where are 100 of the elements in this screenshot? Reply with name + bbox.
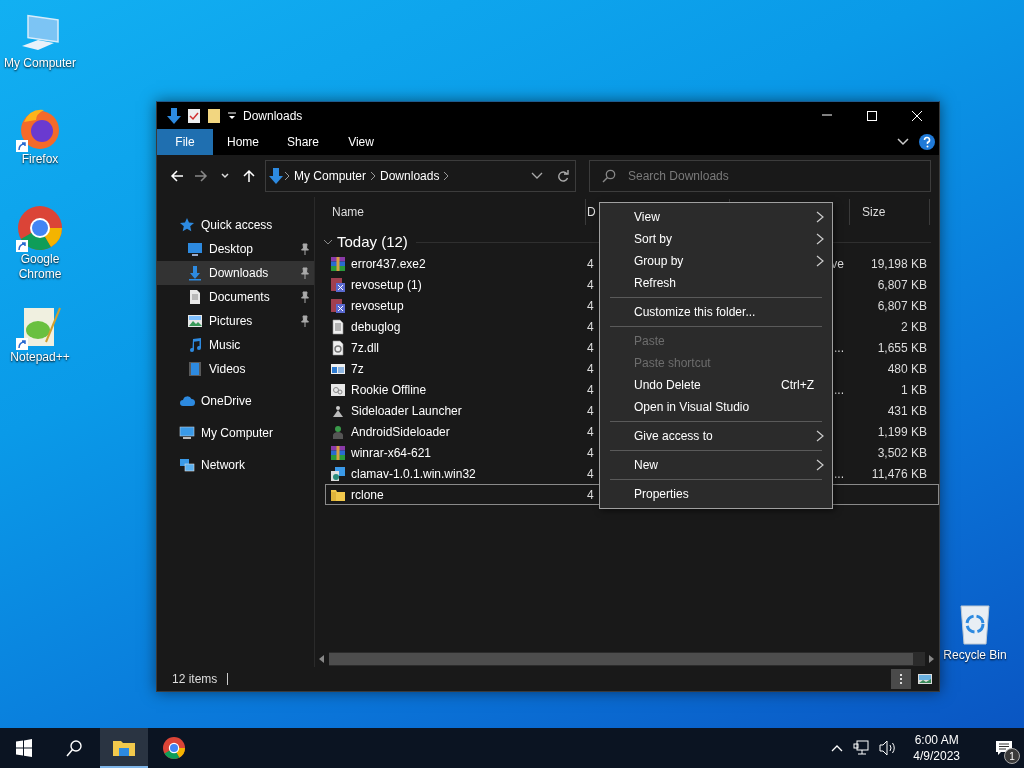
ring-logo-icon[interactable] bbox=[16, 204, 64, 252]
menu-item[interactable]: View bbox=[600, 206, 832, 228]
scroll-left-icon[interactable] bbox=[319, 655, 325, 663]
file-date: 4 bbox=[587, 403, 594, 418]
search-icon bbox=[602, 169, 616, 183]
file-menu-button[interactable]: File bbox=[157, 129, 213, 155]
file-type: ... bbox=[834, 340, 844, 355]
icon-label: Recycle Bin bbox=[943, 648, 1007, 663]
file-name[interactable]: rclone bbox=[351, 485, 384, 504]
file-name[interactable]: Sideloader Launcher bbox=[351, 401, 462, 420]
file-size: 1,655 KB bbox=[876, 339, 928, 357]
nav-item[interactable]: Music bbox=[157, 333, 314, 357]
file-size: 6,807 KB bbox=[876, 297, 928, 315]
notification-button[interactable]: 1 bbox=[984, 728, 1024, 768]
ribbon-tab[interactable]: Home bbox=[213, 129, 273, 155]
file-name[interactable]: debuglog bbox=[351, 317, 401, 336]
dropdown-icon[interactable] bbox=[227, 109, 237, 122]
ring-logo-icon bbox=[162, 736, 186, 760]
clock[interactable]: 6:00 AM 4/9/2023 bbox=[913, 732, 960, 764]
nav-item[interactable]: Desktop bbox=[157, 237, 314, 261]
file-date: 4 bbox=[587, 277, 594, 292]
chevron-down-icon[interactable] bbox=[323, 237, 333, 247]
nav-item[interactable]: OneDrive bbox=[157, 389, 314, 413]
folder-icon bbox=[113, 738, 135, 756]
file-name[interactable]: revosetup (1) bbox=[351, 275, 422, 294]
folder-icon[interactable] bbox=[207, 107, 221, 124]
close-icon bbox=[910, 109, 923, 122]
ribbon-tab[interactable]: View bbox=[333, 129, 390, 155]
file-name[interactable]: error437.exe2 bbox=[351, 254, 426, 273]
gear-window-icon bbox=[330, 381, 346, 398]
picture-icon bbox=[187, 313, 203, 329]
file-size: 431 KB bbox=[886, 402, 928, 420]
menu-item[interactable]: Customize this folder... bbox=[600, 301, 832, 323]
file-name[interactable]: winrar-x64-621 bbox=[351, 443, 432, 462]
column-header[interactable]: D bbox=[587, 203, 596, 221]
menu-item[interactable]: Group by bbox=[600, 250, 832, 272]
scroll-thumb[interactable] bbox=[329, 653, 914, 665]
speaker-icon[interactable] bbox=[879, 740, 898, 756]
menu-item[interactable]: Properties bbox=[600, 483, 832, 505]
network-icon[interactable] bbox=[853, 740, 870, 756]
file-name[interactable]: Rookie Offline bbox=[351, 380, 427, 399]
properties-icon[interactable] bbox=[187, 107, 201, 124]
clock-date: 4/9/2023 bbox=[913, 748, 960, 764]
file-size: 1,199 KB bbox=[876, 423, 928, 441]
search-icon bbox=[66, 739, 82, 757]
text-file-icon bbox=[330, 318, 346, 335]
search-input[interactable]: Search Downloads bbox=[626, 162, 930, 190]
address-bar[interactable]: My Computer Downloads bbox=[265, 160, 576, 192]
file-size: 2 KB bbox=[900, 318, 928, 336]
file-name[interactable]: 7z bbox=[351, 359, 364, 378]
column-header[interactable]: Name bbox=[332, 203, 364, 221]
nav-item[interactable]: Documents bbox=[157, 285, 314, 309]
menu-item[interactable]: Give access to bbox=[600, 425, 832, 447]
menu-item[interactable]: Sort by bbox=[600, 228, 832, 250]
view-button[interactable] bbox=[891, 669, 911, 689]
file-name[interactable]: 7z.dll bbox=[351, 338, 379, 357]
breadcrumb-link[interactable]: My Computer bbox=[294, 167, 367, 185]
menu-item[interactable]: New bbox=[600, 454, 832, 476]
menu-item[interactable]: Open in Visual Studio bbox=[600, 396, 832, 418]
file-type: ... bbox=[834, 382, 844, 397]
chevron-down-icon[interactable] bbox=[531, 172, 543, 180]
file-name[interactable]: revosetup bbox=[351, 296, 404, 315]
file-size: 1 KB bbox=[900, 381, 928, 399]
file-date: 4 bbox=[587, 382, 594, 397]
menu-item[interactable]: Refresh bbox=[600, 272, 832, 294]
taskbar-app[interactable] bbox=[100, 728, 148, 768]
menu-item[interactable]: Undo Delete Ctrl+Z bbox=[600, 374, 832, 396]
shortcut-text: Ctrl+Z bbox=[781, 377, 814, 394]
file-size: 11,476 KB bbox=[870, 465, 928, 483]
installer-icon bbox=[330, 297, 346, 314]
installer-icon bbox=[330, 276, 346, 293]
chevron-up-icon[interactable] bbox=[831, 744, 844, 752]
music-note-icon bbox=[187, 337, 203, 353]
file-name[interactable]: clamav-1.0.1.win.win32 bbox=[351, 464, 476, 483]
chevron-down-icon[interactable] bbox=[897, 138, 909, 146]
nav-item[interactable]: Downloads bbox=[157, 261, 314, 285]
breadcrumb-link[interactable]: Downloads bbox=[380, 167, 440, 185]
nav-item[interactable]: Network bbox=[157, 453, 314, 477]
nav-item[interactable]: My Computer bbox=[157, 421, 314, 445]
column-header[interactable]: Size bbox=[862, 203, 886, 221]
cloud-icon bbox=[179, 393, 195, 409]
scroll-right-icon[interactable] bbox=[929, 655, 935, 663]
film-icon bbox=[187, 361, 203, 377]
clock-time: 6:00 AM bbox=[914, 732, 959, 748]
group-header[interactable]: Today (12) bbox=[337, 230, 408, 254]
search-box[interactable]: Search Downloads bbox=[589, 160, 931, 192]
help-icon[interactable] bbox=[919, 134, 935, 150]
file-date: 4 bbox=[587, 361, 594, 376]
back-arrow-icon bbox=[170, 169, 184, 183]
refresh-icon[interactable] bbox=[557, 169, 569, 183]
person-icon bbox=[330, 423, 346, 440]
ribbon-tab[interactable]: Share bbox=[273, 129, 334, 155]
file-name[interactable]: AndroidSideloader bbox=[351, 422, 450, 441]
chevron-right-icon bbox=[370, 171, 377, 181]
nav-item[interactable]: Quick access bbox=[157, 213, 314, 237]
nav-item[interactable]: Pictures bbox=[157, 309, 314, 333]
download-icon bbox=[187, 265, 203, 281]
chevron-right-icon bbox=[284, 171, 290, 181]
nav-item[interactable]: Videos bbox=[157, 357, 314, 381]
window-title: Downloads bbox=[243, 107, 303, 125]
